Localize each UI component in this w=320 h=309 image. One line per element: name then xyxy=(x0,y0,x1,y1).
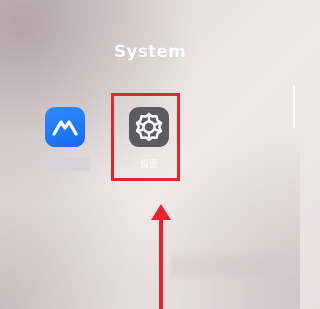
scrollbar[interactable] xyxy=(293,86,295,128)
arrow-up-icon xyxy=(151,204,171,309)
watermark xyxy=(170,255,280,277)
blue-app-icon[interactable] xyxy=(45,107,85,147)
mountain-icon xyxy=(52,120,78,136)
folder-title: System xyxy=(113,42,186,62)
highlight-box xyxy=(111,93,180,181)
blue-app-label-blurred xyxy=(44,158,90,171)
